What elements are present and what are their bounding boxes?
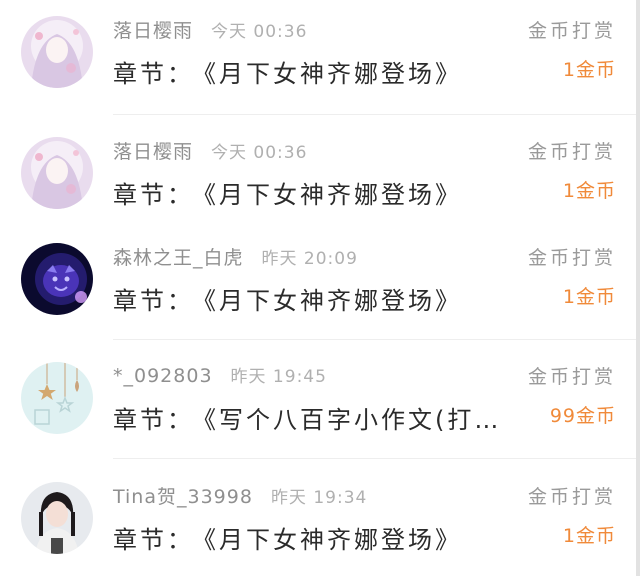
divider — [113, 339, 640, 340]
avatar[interactable] — [21, 16, 93, 88]
chapter-line[interactable]: 章节： 《月下女神齐娜登场》 — [113, 281, 462, 316]
chapter-label: 章节： — [113, 526, 194, 554]
chapter-line[interactable]: 章节： 《写个八百字小作文(打… — [113, 400, 501, 435]
reward-meta: 落日樱雨 今天 00:36 — [113, 16, 307, 43]
reward-meta: *_092803 昨天 19:45 — [113, 362, 327, 387]
chapter-label: 章节： — [113, 60, 194, 88]
chapter-label: 章节： — [113, 406, 194, 434]
chapter-title: 《月下女神齐娜登场》 — [204, 60, 462, 88]
username[interactable]: *_092803 — [113, 365, 213, 387]
avatar[interactable] — [21, 243, 93, 315]
chapter-label: 章节： — [113, 287, 194, 315]
divider — [113, 458, 640, 459]
list-item[interactable]: 落日樱雨 今天 00:36 章节： 《月下女神齐娜登场》 金币打赏 1金币 — [0, 16, 640, 116]
coin-amount: 1金币 — [562, 286, 616, 308]
timestamp: 昨天 19:45 — [230, 367, 327, 387]
timestamp: 昨天 20:09 — [261, 249, 358, 269]
chapter-label: 章节： — [113, 181, 194, 209]
scrollbar[interactable] — [636, 0, 640, 576]
reward-meta: Tina贺_33998 昨天 19:34 — [113, 482, 367, 509]
chapter-line[interactable]: 章节： 《月下女神齐娜登场》 — [113, 520, 462, 555]
gift-type-label: 金币打赏 — [527, 20, 616, 42]
gift-type-label: 金币打赏 — [527, 247, 616, 269]
reward-meta: 森林之王_白虎 昨天 20:09 — [113, 243, 358, 270]
avatar[interactable] — [21, 137, 93, 209]
list-item[interactable]: 落日樱雨 今天 00:36 章节： 《月下女神齐娜登场》 金币打赏 1金币 — [0, 137, 640, 237]
coin-amount: 1金币 — [562, 180, 616, 202]
avatar[interactable] — [21, 482, 93, 554]
list-item[interactable]: 森林之王_白虎 昨天 20:09 章节： 《月下女神齐娜登场》 金币打赏 1金币 — [0, 243, 640, 343]
username[interactable]: 森林之王_白虎 — [113, 247, 244, 269]
tiger-avatar-icon — [21, 243, 93, 315]
chapter-title: 《月下女神齐娜登场》 — [204, 181, 462, 209]
divider — [113, 114, 640, 115]
gift-type-label: 金币打赏 — [527, 366, 616, 388]
gift-type-label: 金币打赏 — [527, 486, 616, 508]
reward-meta: 落日樱雨 今天 00:36 — [113, 137, 307, 164]
list-item[interactable]: *_092803 昨天 19:45 章节： 《写个八百字小作文(打… 金币打赏 99… — [0, 362, 640, 462]
star-ornament-avatar-icon — [21, 362, 93, 434]
list-item[interactable]: Tina贺_33998 昨天 19:34 章节： 《月下女神齐娜登场》 金币打赏 1… — [0, 482, 640, 576]
timestamp: 今天 00:36 — [211, 143, 308, 163]
chapter-title: 《写个八百字小作文(打… — [204, 406, 502, 434]
timestamp: 今天 00:36 — [211, 22, 308, 42]
chapter-title: 《月下女神齐娜登场》 — [204, 526, 462, 554]
gift-type-label: 金币打赏 — [527, 141, 616, 163]
chapter-line[interactable]: 章节： 《月下女神齐娜登场》 — [113, 175, 462, 210]
coin-amount: 1金币 — [562, 59, 616, 81]
username[interactable]: 落日樱雨 — [113, 20, 193, 42]
person-avatar-icon — [21, 482, 93, 554]
coin-amount: 99金币 — [549, 405, 616, 427]
chapter-title: 《月下女神齐娜登场》 — [204, 287, 462, 315]
anime-girl-avatar-icon — [21, 16, 93, 88]
coin-amount: 1金币 — [562, 525, 616, 547]
chapter-line[interactable]: 章节： 《月下女神齐娜登场》 — [113, 54, 462, 89]
avatar[interactable] — [21, 362, 93, 434]
timestamp: 昨天 19:34 — [270, 488, 368, 508]
username[interactable]: Tina贺_33998 — [113, 486, 253, 508]
username[interactable]: 落日樱雨 — [113, 141, 193, 163]
anime-girl-avatar-icon — [21, 137, 93, 209]
